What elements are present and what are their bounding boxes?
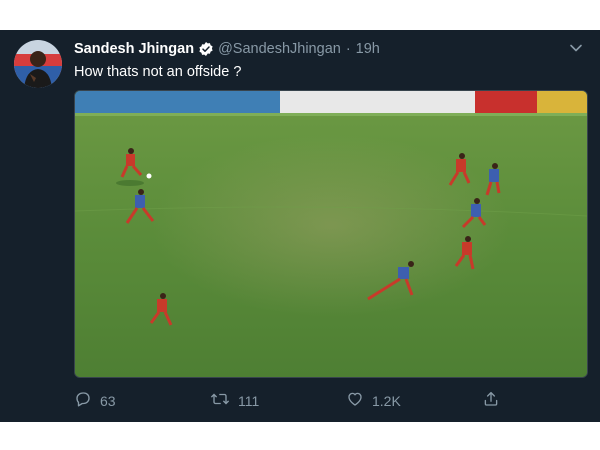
retweet-count: 111	[238, 392, 260, 409]
tweet-timestamp[interactable]: 19h	[356, 41, 380, 57]
like-count: 1.2K	[372, 392, 401, 409]
tweet-media-image[interactable]	[74, 90, 588, 378]
share-icon	[482, 390, 508, 411]
tweet-header: Sandesh Jhingan @SandeshJhingan · 19h	[74, 39, 380, 59]
author-name[interactable]: Sandesh Jhingan	[74, 41, 194, 57]
like-button[interactable]: 1.2K	[346, 390, 401, 411]
reply-icon	[74, 390, 100, 411]
tweet-actions: 63 111 1.2K	[74, 390, 514, 414]
tweet-card[interactable]: Sandesh Jhingan @SandeshJhingan · 19h Ho…	[0, 30, 600, 422]
reply-count: 63	[100, 392, 116, 409]
share-button[interactable]	[482, 390, 508, 411]
chevron-down-icon[interactable]	[568, 40, 584, 56]
avatar[interactable]	[14, 40, 62, 88]
reply-button[interactable]: 63	[74, 390, 116, 411]
header-separator: ·	[345, 41, 351, 57]
retweet-icon	[210, 390, 238, 411]
like-icon	[346, 390, 372, 411]
retweet-button[interactable]: 111	[210, 390, 259, 411]
author-handle[interactable]: @SandeshJhingan	[218, 41, 341, 57]
tweet-text: How thats not an offside ?	[74, 64, 242, 80]
verified-badge-icon	[198, 41, 214, 57]
